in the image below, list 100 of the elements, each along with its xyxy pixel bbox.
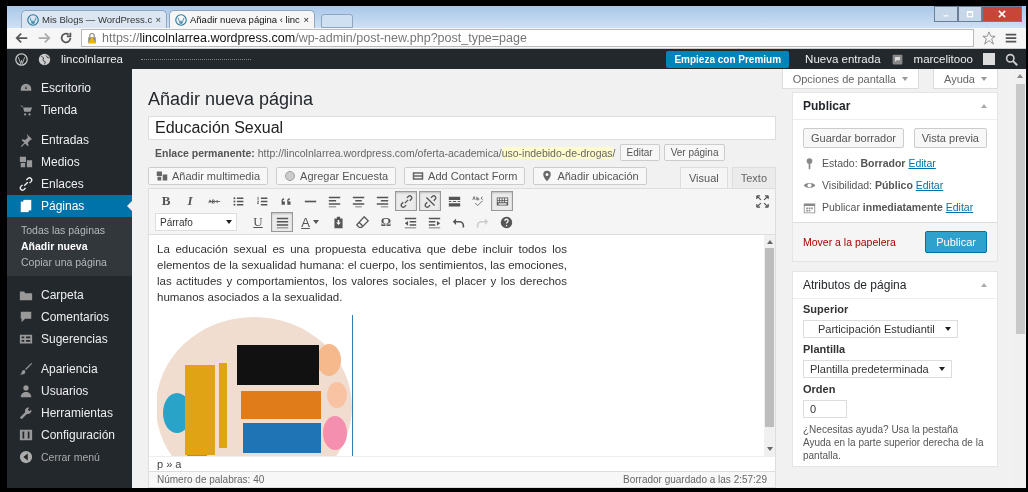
submenu-item[interactable]: Todas las páginas: [7, 222, 132, 238]
sidebar-item[interactable]: Sugerencias: [7, 328, 132, 350]
page-scrollbar[interactable]: [1014, 69, 1026, 488]
permalink-button[interactable]: Editar: [619, 144, 660, 161]
sidebar-item[interactable]: Comentarios: [7, 306, 132, 328]
toolbar-button[interactable]: [395, 191, 417, 211]
sidebar-item[interactable]: Tienda: [7, 99, 132, 121]
brush-icon: [19, 362, 33, 376]
order-field[interactable]: 0: [803, 400, 847, 418]
media-button[interactable]: Añadir ubicación: [533, 167, 647, 185]
page-title: Añadir nueva página: [148, 89, 314, 110]
menu-icon: [1004, 31, 1018, 45]
indent-icon: [427, 215, 441, 229]
cart-icon: [19, 103, 33, 117]
editor-mode-tab[interactable]: Texto: [731, 167, 776, 188]
sidebar-item[interactable]: Enlaces: [7, 173, 132, 195]
toolbar-button[interactable]: [419, 191, 441, 211]
avatar-icon: [983, 53, 995, 65]
field-label: Plantilla: [803, 343, 846, 355]
form-icon: [412, 170, 425, 182]
sidebar-item[interactable]: Usuarios: [7, 380, 132, 402]
panel-title: Publicar: [803, 99, 851, 113]
back-icon: [15, 31, 29, 45]
sidebar-item[interactable]: Entradas: [7, 129, 132, 151]
trash-link[interactable]: Mover a la papelera: [803, 236, 896, 248]
permalink-button[interactable]: Ver página: [663, 144, 726, 161]
close-icon: [997, 9, 1007, 19]
site-name-link[interactable]: lincolnlarrea: [61, 53, 123, 65]
sidebar-item[interactable]: Páginas: [7, 195, 132, 217]
align-right-icon: [375, 194, 389, 208]
maximize-button[interactable]: [958, 6, 982, 22]
publish-setting: Estado: Borrador Editar: [822, 157, 936, 169]
form-icon: [19, 332, 33, 346]
reload-icon: [59, 31, 73, 45]
editor-mode-tab[interactable]: Visual: [679, 167, 728, 188]
parent-select[interactable]: Participación Estudiantil: [803, 320, 958, 338]
autosave-status: Borrador guardado a las 2:57:29: [623, 474, 767, 485]
publish-setting: Visibilidad: Público Editar: [822, 179, 944, 191]
media-icon: [156, 170, 168, 182]
user-menu[interactable]: marcelitooo: [913, 53, 973, 65]
field-label: Superior: [803, 303, 849, 315]
sidebar-item[interactable]: Escritorio: [7, 77, 132, 99]
toolbar-button[interactable]: [491, 191, 513, 211]
edit-link[interactable]: Editar: [915, 179, 944, 191]
numbered-list-icon: [255, 194, 269, 208]
outdent-icon: [403, 215, 417, 229]
close-tab-button[interactable]: ×: [155, 14, 161, 25]
screen-tab[interactable]: Opciones de pantalla: [781, 69, 919, 89]
edit-link[interactable]: Editar: [908, 157, 936, 169]
sidebar-item[interactable]: Medios: [7, 151, 132, 173]
unlink-icon: [423, 194, 437, 208]
close-window-button[interactable]: [982, 6, 1022, 22]
new-post-link[interactable]: Nueva entrada: [805, 53, 881, 65]
help-icon: [499, 215, 513, 229]
word-count: Número de palabras: 40: [157, 474, 265, 485]
format-select[interactable]: Párrafo: [155, 213, 237, 231]
align-center-icon: [351, 194, 365, 208]
star-icon: [982, 31, 996, 45]
media-button[interactable]: Add Contact Form: [404, 167, 526, 185]
title-field[interactable]: Educación Sexual: [148, 116, 776, 140]
screen-tab[interactable]: Ayuda: [933, 69, 998, 89]
edit-link[interactable]: Editar: [945, 201, 974, 213]
preview-button[interactable]: Vista previa: [913, 128, 987, 148]
align-left-icon: [327, 194, 341, 208]
eraser-icon: [355, 215, 369, 229]
sidebar-item[interactable]: Apariencia: [7, 358, 132, 380]
premium-button[interactable]: Empieza con Premium: [666, 50, 790, 68]
text-color-button[interactable]: A: [295, 212, 325, 232]
media-button[interactable]: Agregar Encuesta: [276, 167, 397, 185]
wordpress-icon: [27, 13, 39, 26]
clipboard-icon: [331, 215, 345, 229]
browser-tab[interactable]: Mis Blogs — WordPress.c ×: [21, 10, 167, 28]
link-icon: [399, 194, 413, 208]
editor-scrollbar[interactable]: [764, 235, 775, 456]
minimize-button[interactable]: [934, 6, 958, 22]
wordpress-icon: [15, 52, 28, 66]
browser-tab[interactable]: Añadir nueva página ‹ linc ×: [169, 10, 315, 28]
format-button[interactable]: Ω: [375, 212, 397, 232]
media-icon: [19, 155, 33, 169]
format-button[interactable]: I: [179, 191, 201, 211]
collapse-menu-button[interactable]: Cerrar menú: [7, 446, 132, 468]
panel-title: Atributos de página: [803, 278, 907, 292]
template-select[interactable]: Plantilla predeterminada: [803, 360, 952, 378]
toolbar-button[interactable]: [271, 212, 293, 232]
sidebar-item[interactable]: Configuración: [7, 424, 132, 446]
format-button[interactable]: B: [155, 191, 177, 211]
format-button[interactable]: U: [247, 212, 269, 232]
submenu-item[interactable]: Copiar una página: [7, 254, 132, 270]
spellcheck-icon: [471, 194, 485, 208]
submenu-item[interactable]: Añadir nueva: [7, 238, 132, 254]
media-button[interactable]: Añadir multimedia: [148, 167, 269, 185]
sidebar-item[interactable]: Herramientas: [7, 402, 132, 424]
sidebar-item[interactable]: Carpeta: [7, 284, 132, 306]
help-text: ¿Necesitas ayuda? Usa la pestaña Ayuda en la parte superior derecha de la pantalla.: [803, 423, 985, 462]
save-draft-button[interactable]: Guardar borrador: [803, 128, 904, 148]
permalink-text: Enlace permanente: http://lincolnlarrea.wordpress.com/oferta-academica/uso-indebido-de-drogas/: [155, 146, 616, 159]
publish-setting: Publicar inmediatamente Editar: [822, 201, 974, 213]
close-tab-button[interactable]: ×: [303, 14, 309, 25]
address-field[interactable]: https://lincolnlarrea.wordpress.com/wp-admin/post-new.php?post_type=page: [81, 29, 974, 47]
speech-bubble-icon: [19, 310, 33, 324]
